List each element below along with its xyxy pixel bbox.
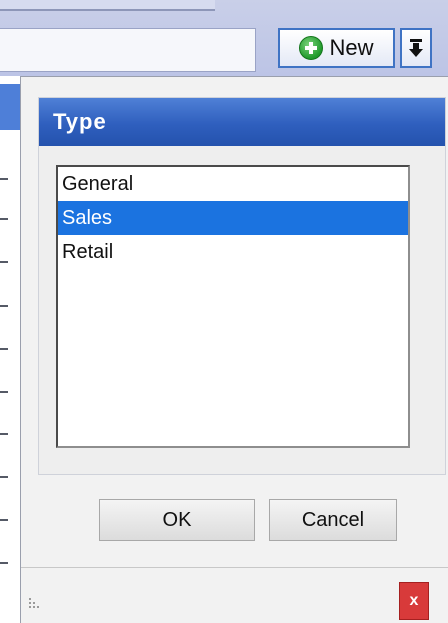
new-dropdown-button[interactable] bbox=[400, 28, 432, 68]
background-row-divider bbox=[0, 433, 8, 435]
new-button[interactable]: New bbox=[278, 28, 395, 68]
background-field bbox=[0, 28, 256, 72]
background-row-divider bbox=[0, 476, 8, 478]
cancel-button[interactable]: Cancel bbox=[269, 499, 397, 541]
background-row-divider bbox=[0, 261, 8, 263]
background-row-divider bbox=[0, 562, 8, 564]
new-popup: Type General Sales Retail OK Cancel x bbox=[20, 76, 448, 623]
close-button[interactable]: x bbox=[399, 582, 429, 620]
list-item-general[interactable]: General bbox=[58, 167, 408, 201]
type-panel: Type General Sales Retail bbox=[38, 97, 446, 475]
ok-button[interactable]: OK bbox=[99, 499, 255, 541]
background-selected-row bbox=[0, 84, 20, 130]
list-item-sales[interactable]: Sales bbox=[58, 201, 408, 235]
footer-divider bbox=[21, 567, 448, 568]
background-row-divider bbox=[0, 178, 8, 180]
background-row-divider bbox=[0, 391, 8, 393]
screen: New Type General Sales Retail OK Cancel bbox=[0, 0, 448, 623]
type-panel-title: Type bbox=[39, 98, 445, 146]
background-row-divider bbox=[0, 305, 8, 307]
type-listbox[interactable]: General Sales Retail bbox=[56, 165, 410, 448]
list-item-retail[interactable]: Retail bbox=[58, 235, 408, 269]
background-row-divider bbox=[0, 519, 8, 521]
background-toolbar-edge bbox=[0, 0, 215, 11]
arrow-down-icon bbox=[409, 39, 423, 57]
background-row-divider bbox=[0, 218, 8, 220]
resize-grip-icon[interactable] bbox=[29, 598, 41, 612]
new-button-label: New bbox=[329, 35, 374, 60]
plus-circle-icon bbox=[299, 36, 324, 60]
background-row-divider bbox=[0, 348, 8, 350]
